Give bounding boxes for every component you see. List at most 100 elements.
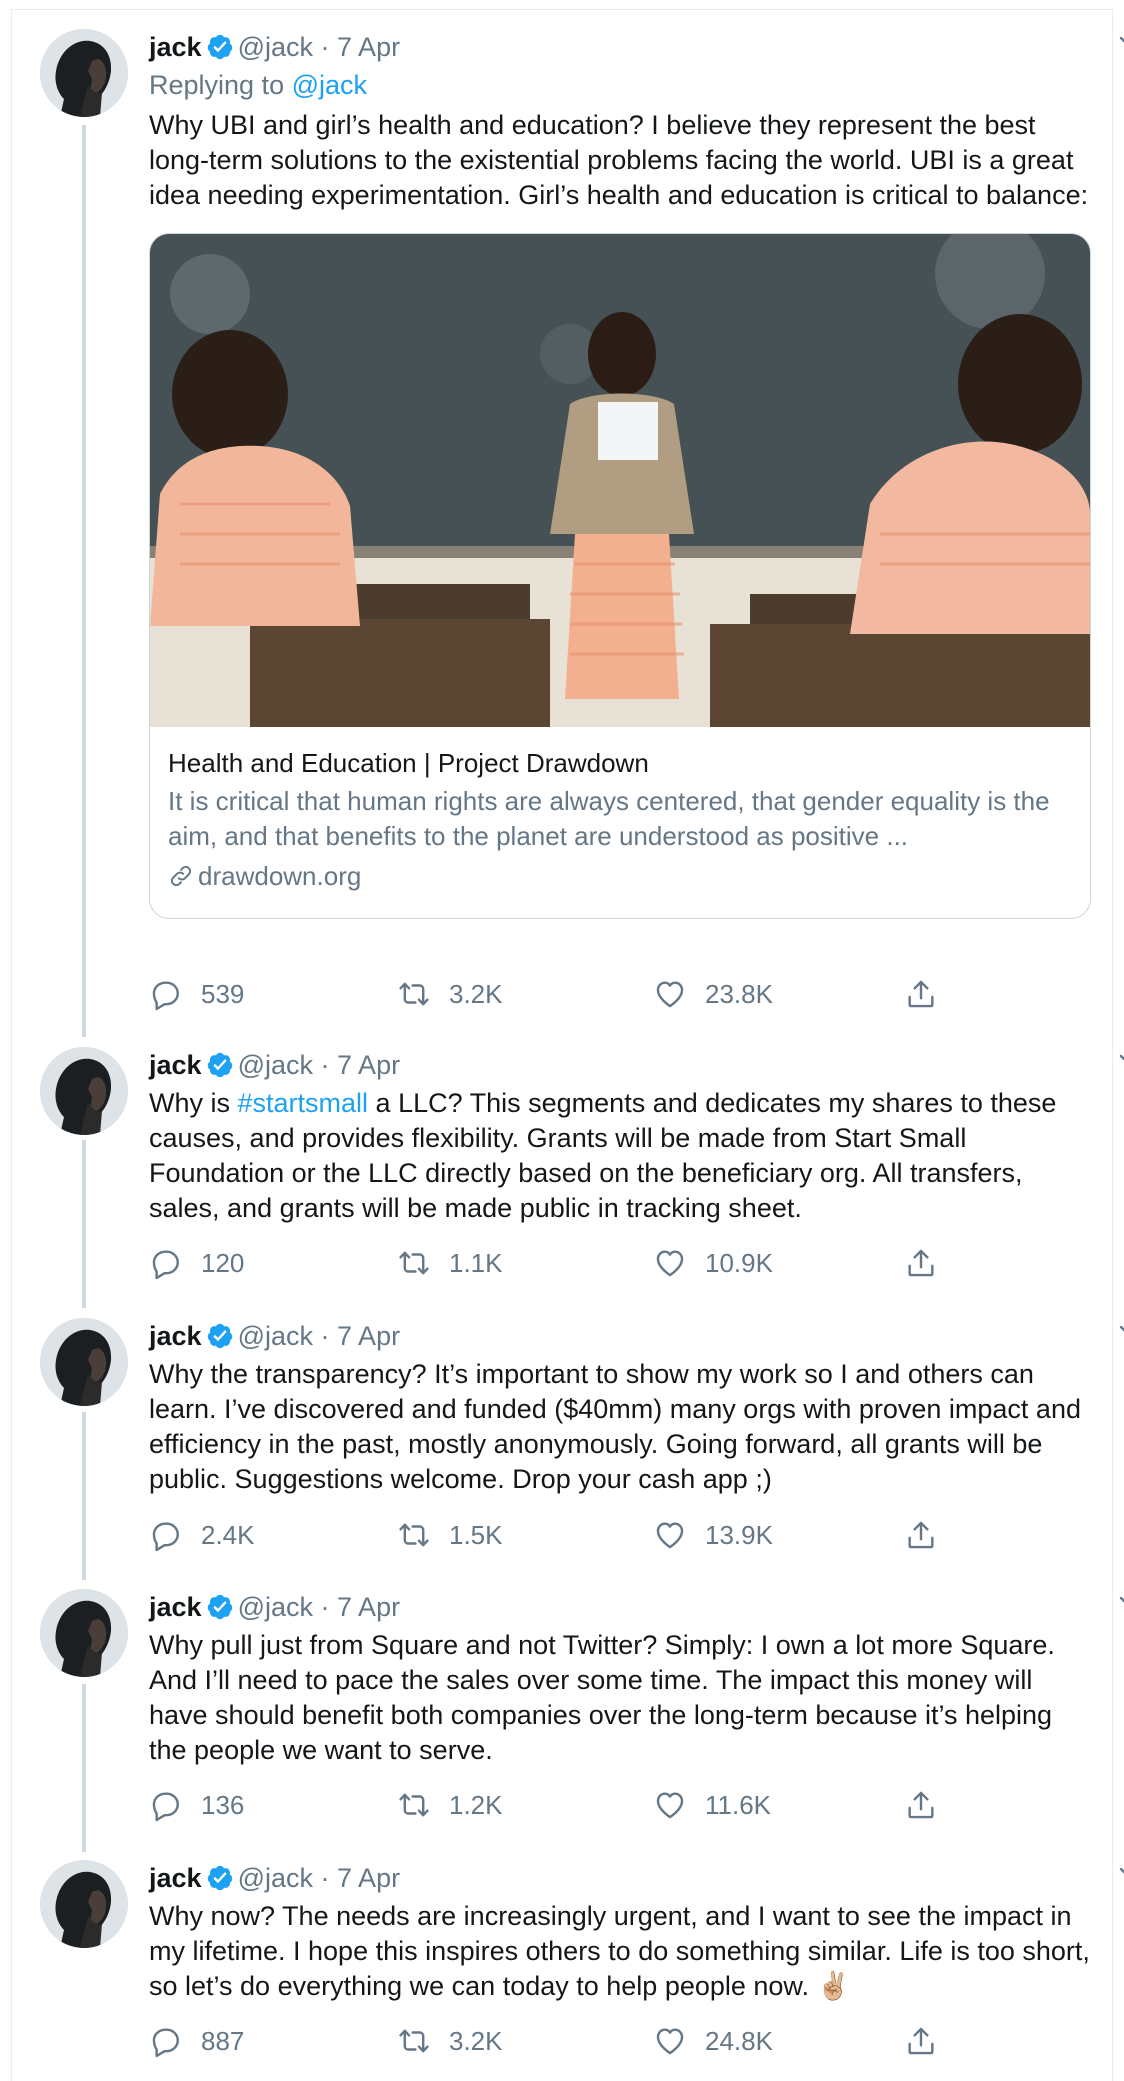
avatar[interactable] [40,1047,128,1135]
reply-count: 136 [201,1789,245,1820]
verified-badge-icon [206,1051,234,1079]
like-count: 24.8K [705,2025,773,2056]
separator-dot: · [320,1592,330,1622]
replying-to: Replying to @jack [149,65,1093,105]
tweet-actions: 539 3.2K 23.8K [149,974,949,1014]
link-icon [168,863,194,889]
separator-dot: · [320,32,330,62]
author-name[interactable]: jack [149,1050,202,1080]
author-handle[interactable]: @jack [238,32,313,62]
thread-line [82,1412,86,1580]
reply-button[interactable]: 539 [149,974,244,1014]
tweet-header: jack @jack · 7 Apr [149,1860,1093,1896]
author-handle[interactable]: @jack [238,1863,313,1893]
share-button[interactable] [904,1785,956,1825]
like-button[interactable]: 11.6K [653,1785,771,1825]
author-name[interactable]: jack [149,1321,202,1351]
reply-icon [149,977,183,1011]
hashtag-link[interactable]: #startsmall [238,1088,369,1118]
like-count: 13.9K [705,1519,773,1550]
retweet-button[interactable]: 1.1K [397,1243,503,1283]
thread-line [82,1684,86,1852]
retweet-button[interactable]: 1.5K [397,1515,503,1555]
tweet-text: Why is #startsmall a LLC? This segments … [149,1086,1093,1226]
card-description: It is critical that human rights are alw… [168,786,1050,851]
share-button[interactable] [904,974,956,1014]
thread-line [82,125,86,1037]
heart-icon [653,2024,687,2058]
share-button[interactable] [904,1515,956,1555]
verified-badge-icon [206,1593,234,1621]
heart-icon [653,1788,687,1822]
avatar[interactable] [40,1589,128,1677]
avatar[interactable] [40,29,128,117]
like-button[interactable]: 13.9K [653,1515,773,1555]
like-button[interactable]: 24.8K [653,2021,773,2061]
classroom-photo-icon [150,234,1090,727]
share-icon [904,977,938,1011]
tweet-date[interactable]: 7 Apr [337,1863,400,1893]
reply-button[interactable]: 887 [149,2021,244,2061]
tweet-date[interactable]: 7 Apr [337,1592,400,1622]
tweet-date[interactable]: 7 Apr [337,32,400,62]
author-name[interactable]: jack [149,32,202,62]
separator-dot: · [320,1321,330,1351]
tweet-date[interactable]: 7 Apr [337,1321,400,1351]
share-button[interactable] [904,2021,956,2061]
card-domain-text: drawdown.org [198,861,362,891]
tweet-actions: 2.4K 1.5K 13.9K [149,1515,949,1555]
author-handle[interactable]: @jack [238,1592,313,1622]
like-button[interactable]: 10.9K [653,1243,773,1283]
reply-button[interactable]: 136 [149,1785,244,1825]
replying-handle-link[interactable]: @jack [292,70,367,100]
chevron-down-icon[interactable] [1119,1324,1124,1340]
card-domain: drawdown.org [168,858,1072,894]
chevron-down-icon[interactable] [1119,1595,1124,1611]
avatar[interactable] [40,1860,128,1948]
like-count: 23.8K [705,978,773,1009]
author-handle[interactable]: @jack [238,1321,313,1351]
author-name[interactable]: jack [149,1863,202,1893]
chevron-down-icon[interactable] [1119,35,1124,51]
like-count: 10.9K [705,1247,773,1278]
tweet-text: Why the transparency? It’s important to … [149,1359,1081,1494]
retweet-icon [397,1788,431,1822]
retweet-button[interactable]: 3.2K [397,974,503,1014]
verified-badge-icon [206,33,234,61]
reply-button[interactable]: 2.4K [149,1515,255,1555]
link-card[interactable]: Health and Education | Project Drawdown … [149,233,1091,919]
verified-badge-icon [206,1322,234,1350]
avatar[interactable] [40,1318,128,1406]
retweet-button[interactable]: 1.2K [397,1785,503,1825]
retweet-icon [397,1518,431,1552]
thread-line [82,1140,86,1308]
tweet-header: jack @jack · 7 Apr [149,1047,1093,1083]
tweet-actions: 887 3.2K 24.8K [149,2021,949,2061]
separator-dot: · [320,1863,330,1893]
reply-count: 120 [201,1247,245,1278]
retweet-icon [397,2024,431,2058]
heart-icon [653,1518,687,1552]
tweet-date[interactable]: 7 Apr [337,1050,400,1080]
share-icon [904,1518,938,1552]
reply-count: 539 [201,978,245,1009]
reply-icon [149,1246,183,1280]
author-handle[interactable]: @jack [238,1050,313,1080]
share-icon [904,1246,938,1280]
retweet-button[interactable]: 3.2K [397,2021,503,2061]
like-button[interactable]: 23.8K [653,974,773,1014]
retweet-icon [397,977,431,1011]
tweet-text-part: Why is [149,1088,238,1118]
retweet-count: 3.2K [449,2025,503,2056]
author-name[interactable]: jack [149,1592,202,1622]
tweet-text: Why UBI and girl’s health and education?… [149,110,1089,210]
card-title: Health and Education | Project Drawdown [168,748,649,778]
tweet-text: Why pull just from Square and not Twitte… [149,1630,1055,1765]
share-button[interactable] [904,1243,956,1283]
tweet-header: jack @jack · 7 Apr [149,1589,1093,1625]
reply-button[interactable]: 120 [149,1243,244,1283]
retweet-count: 1.2K [449,1789,503,1820]
chevron-down-icon[interactable] [1119,1053,1124,1069]
reply-count: 887 [201,2025,245,2056]
chevron-down-icon[interactable] [1119,1866,1124,1882]
